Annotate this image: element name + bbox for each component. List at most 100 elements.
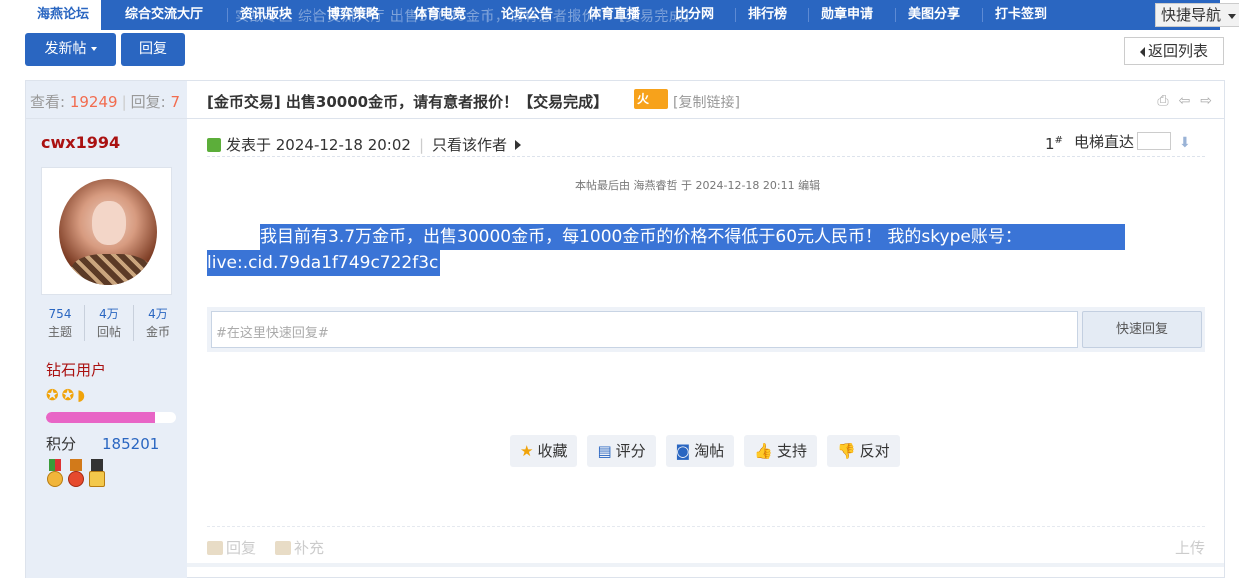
collect-button[interactable]: ◙ 淘帖 xyxy=(665,435,735,467)
floor-suffix: # xyxy=(1054,135,1063,146)
medal-coin xyxy=(89,471,105,487)
stats-divider: | xyxy=(121,93,127,111)
views-count: 19249 xyxy=(69,93,118,111)
author-name[interactable]: cwx1994 xyxy=(41,133,120,152)
quick-reply-bar: #在这里快速回复# 快速回复 xyxy=(207,307,1205,352)
medal-icon[interactable] xyxy=(67,459,85,491)
author-stat-threads[interactable]: 754 主题 xyxy=(36,305,85,341)
favorite-label: 收藏 xyxy=(537,442,568,460)
nav-divider xyxy=(401,8,402,22)
nav-item-esports[interactable]: 体育电竞 xyxy=(414,0,466,30)
quick-reply-input[interactable]: #在这里快速回复# xyxy=(211,311,1078,348)
medal-icon[interactable] xyxy=(46,459,64,491)
author-stat-replies[interactable]: 4万 回帖 xyxy=(85,305,134,341)
play-arrow-icon xyxy=(515,140,522,150)
rate-button[interactable]: ▤ 评分 xyxy=(587,435,656,467)
nav-item-home[interactable]: 海燕论坛 xyxy=(25,0,102,30)
divider xyxy=(187,563,1224,567)
top-nav: 实战专区 综合交流大厅 出售30000金币，请有意者报价！【交易完成】 海燕论坛… xyxy=(25,0,1239,30)
rate-label: 评分 xyxy=(615,442,646,460)
author-stat-coins[interactable]: 4万 金币 xyxy=(134,305,182,341)
reply-icon xyxy=(207,541,223,555)
nav-item-live[interactable]: 体育直播 xyxy=(588,0,640,30)
floor-number[interactable]: 1# xyxy=(1045,135,1063,153)
nav-item-news[interactable]: 资讯版块 xyxy=(240,0,292,30)
avatar-face xyxy=(92,201,126,245)
back-to-list-label: 返回列表 xyxy=(1147,42,1208,60)
medal-coin xyxy=(47,471,63,487)
nav-divider xyxy=(488,8,489,22)
support-label: 支持 xyxy=(776,442,807,460)
points-value: 185201 xyxy=(102,435,160,453)
nav-divider xyxy=(735,8,736,22)
rank-progress-bar xyxy=(46,412,176,423)
stat-label: 回帖 xyxy=(96,325,121,339)
chevron-down-icon xyxy=(90,47,97,51)
nav-item-checkin[interactable]: 打卡签到 xyxy=(995,0,1047,30)
medal-coin xyxy=(68,471,84,487)
stat-label: 金币 xyxy=(145,325,170,339)
elevator-label: 电梯直达 xyxy=(1074,133,1135,151)
nav-divider xyxy=(314,8,315,22)
nav-item-photos[interactable]: 美图分享 xyxy=(908,0,960,30)
nav-divider xyxy=(227,8,228,22)
avatar-shirt xyxy=(71,254,151,285)
nav-item-scores[interactable]: 比分网 xyxy=(675,0,714,30)
avatar-frame xyxy=(41,167,172,295)
post-meta: 发表于 2024-12-18 20:02 | 只看该作者 xyxy=(207,134,522,155)
nav-item-strategy[interactable]: 博弈策略 xyxy=(327,0,379,30)
nav-item-ranking[interactable]: 排行榜 xyxy=(748,0,787,30)
view-reply-counts: 查看: 19249 | 回复: 7 xyxy=(30,91,180,112)
quick-reply-button[interactable]: 快速回复 xyxy=(1082,311,1202,348)
footer-supplement-button[interactable]: 补充 xyxy=(275,537,324,558)
thread-title-row: [金币交易] 出售30000金币，请有意者报价！【交易完成】 火 [复制链接] … xyxy=(187,81,1224,119)
rank-stars-icon: ✪✪◗ xyxy=(46,386,89,404)
next-thread-icon[interactable]: ⇨ xyxy=(1200,93,1212,109)
online-status-icon xyxy=(207,138,221,152)
thread-stats: 查看: 19249 | 回复: 7 xyxy=(26,81,187,119)
meta-divider: | xyxy=(418,136,424,154)
back-to-list-button[interactable]: 返回列表 xyxy=(1124,37,1224,65)
star-icon: ★ xyxy=(520,442,534,460)
elevator-input[interactable] xyxy=(1137,132,1172,150)
medals xyxy=(46,459,106,493)
medal-icon[interactable] xyxy=(88,459,106,491)
post-frame: 查看: 19249 | 回复: 7 cwx1994 754 主题 4万 回帖 4万 xyxy=(25,80,1225,578)
collect-icon: ◙ xyxy=(675,442,691,460)
divider xyxy=(207,156,1205,157)
oppose-button[interactable]: 👎 反对 xyxy=(826,435,900,467)
nav-divider xyxy=(982,8,983,22)
chevron-down-icon xyxy=(1228,14,1236,19)
quick-nav-dropdown[interactable]: 快捷导航 xyxy=(1155,3,1239,27)
medal-ribbon xyxy=(70,459,82,471)
views-label: 查看: xyxy=(30,93,66,111)
copy-link-button[interactable]: [复制链接] xyxy=(673,92,740,112)
rate-icon: ▤ xyxy=(597,442,612,460)
user-rank[interactable]: 钻石用户 xyxy=(46,359,106,380)
points-label: 积分 xyxy=(46,435,77,453)
edit-note: 本帖最后由 海燕睿哲 于 2024-12-18 20:11 编辑 xyxy=(575,179,821,192)
post-actions: ★ 收藏 ▤ 评分 ◙ 淘帖 👍 支持 👎 反对 xyxy=(510,435,900,467)
footer-upload-button[interactable]: 上传 xyxy=(1175,537,1205,558)
new-post-button[interactable]: 发新帖 xyxy=(25,33,116,66)
nav-divider xyxy=(575,8,576,22)
prev-thread-icon[interactable]: ⇦ xyxy=(1179,93,1191,109)
nav-item-medals[interactable]: 勋章申请 xyxy=(821,0,873,30)
new-post-label: 发新帖 xyxy=(44,41,87,57)
print-icon[interactable]: ⎙ xyxy=(1157,93,1168,109)
stat-value: 4万 xyxy=(148,307,168,321)
reply-button[interactable]: 回复 xyxy=(121,33,185,66)
footer-reply-button[interactable]: 回复 xyxy=(207,537,256,558)
thread-tools: ⎙ ⇦ ⇨ xyxy=(1147,93,1212,109)
nav-item-announcements[interactable]: 论坛公告 xyxy=(501,0,553,30)
floor-value: 1 xyxy=(1045,135,1055,153)
arrow-down-icon[interactable]: ⬇ xyxy=(1179,135,1191,151)
avatar[interactable] xyxy=(59,179,157,285)
footer-supplement-label: 补充 xyxy=(294,539,325,557)
nav-item-general[interactable]: 综合交流大厅 xyxy=(125,0,203,30)
support-button[interactable]: 👍 支持 xyxy=(744,435,817,467)
thumbs-up-icon: 👍 xyxy=(754,442,773,460)
only-author-link[interactable]: 只看该作者 xyxy=(432,136,507,154)
replies-label: 回复: xyxy=(130,93,166,111)
favorite-button[interactable]: ★ 收藏 xyxy=(510,435,578,467)
